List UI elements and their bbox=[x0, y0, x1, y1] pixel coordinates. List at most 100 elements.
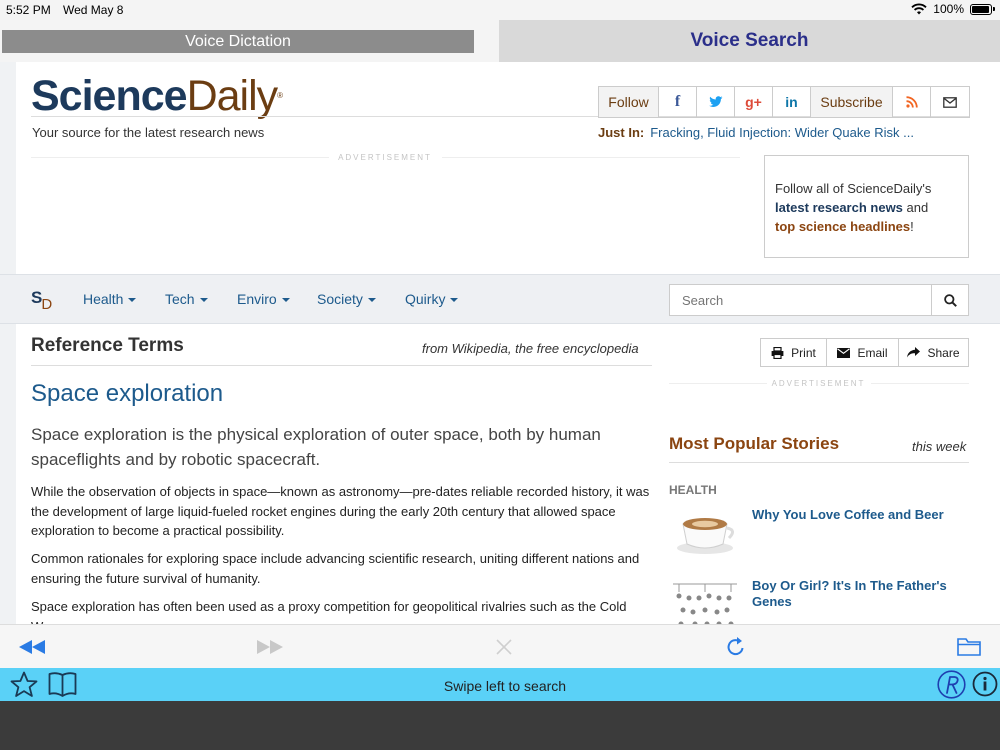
share-button[interactable]: Share bbox=[899, 339, 968, 366]
email-subscribe-button[interactable] bbox=[931, 87, 969, 117]
nav-tech[interactable]: Tech bbox=[165, 291, 208, 307]
close-icon bbox=[496, 639, 512, 655]
caret-down-icon bbox=[367, 298, 376, 303]
status-right: 100% bbox=[911, 2, 995, 16]
ad-divider-left bbox=[31, 157, 329, 158]
follow-label: Follow bbox=[599, 87, 659, 117]
most-popular-divider bbox=[669, 462, 969, 463]
ad-divider-right bbox=[871, 383, 969, 384]
swipe-hint: Swipe left to search bbox=[443, 678, 567, 694]
print-button[interactable]: Print bbox=[761, 339, 827, 366]
web-page: ScienceDaily® Your source for the latest… bbox=[16, 62, 1000, 624]
site-nav-bar: SD Health Tech Enviro Society Quirky bbox=[0, 274, 1000, 324]
caret-down-icon bbox=[128, 298, 137, 303]
social-bar: Follow f g+ in Subscribe bbox=[598, 86, 970, 118]
info-button[interactable] bbox=[972, 671, 998, 702]
googleplus-icon: g+ bbox=[745, 94, 762, 110]
stop-button[interactable] bbox=[490, 634, 518, 660]
nav-label: Enviro bbox=[237, 291, 277, 307]
reference-terms-heading: Reference Terms bbox=[31, 335, 184, 356]
story-link[interactable]: Why You Love Coffee and Beer bbox=[752, 507, 967, 523]
promo-text: Follow all of ScienceDaily's bbox=[775, 181, 932, 196]
battery-icon bbox=[970, 3, 995, 15]
nav-society[interactable]: Society bbox=[317, 291, 376, 307]
promo-and-text: and bbox=[902, 200, 929, 215]
search-icon bbox=[943, 293, 957, 307]
print-label: Print bbox=[791, 345, 816, 360]
folder-icon bbox=[957, 638, 981, 656]
facebook-button[interactable]: f bbox=[659, 87, 697, 117]
just-in: Just In: Fracking, Fluid Injection: Wider… bbox=[598, 125, 914, 140]
just-in-link[interactable]: Fracking, Fluid Injection: Wider Quake R… bbox=[650, 125, 914, 140]
article-paragraph: Space exploration has often been used as… bbox=[31, 599, 627, 624]
rss-button[interactable] bbox=[893, 87, 931, 117]
story-link[interactable]: Boy Or Girl? It's In The Father's Genes bbox=[752, 578, 967, 610]
browser-toolbar bbox=[0, 624, 1000, 668]
caret-down-icon bbox=[281, 298, 290, 303]
envelope-icon bbox=[837, 347, 851, 358]
email-button[interactable]: Email bbox=[827, 339, 899, 366]
battery-fill bbox=[972, 5, 989, 13]
most-popular-heading: Most Popular Stories bbox=[669, 434, 840, 453]
sd-logo-d: D bbox=[41, 296, 53, 313]
bottom-bar: Swipe left to search bbox=[0, 668, 1000, 701]
reload-icon bbox=[727, 637, 744, 656]
share-toolbar: Print Email Share bbox=[760, 338, 969, 367]
twitter-icon bbox=[708, 96, 722, 107]
web-view[interactable]: ScienceDaily® Your source for the latest… bbox=[0, 62, 1000, 624]
reference-divider bbox=[31, 365, 652, 366]
category-health: HEALTH bbox=[669, 483, 717, 497]
nav-health[interactable]: Health bbox=[83, 291, 137, 307]
wifi-icon bbox=[911, 3, 927, 15]
facebook-icon: f bbox=[674, 93, 681, 110]
sciencedaily-logo[interactable]: ScienceDaily® bbox=[31, 72, 283, 120]
email-label: Email bbox=[857, 345, 888, 360]
sd-logo[interactable]: SD bbox=[31, 288, 53, 313]
promo-latest-news-link[interactable]: latest research news bbox=[775, 200, 903, 215]
nav-enviro[interactable]: Enviro bbox=[237, 291, 290, 307]
share-arrow-icon bbox=[907, 347, 921, 358]
share-label: Share bbox=[927, 345, 960, 360]
nav-label: Tech bbox=[165, 291, 195, 307]
registered-button[interactable] bbox=[937, 670, 966, 704]
logo-daily: Daily bbox=[186, 72, 279, 120]
tab-voice-search[interactable]: Voice Search bbox=[499, 20, 1000, 62]
just-in-label: Just In: bbox=[598, 125, 645, 140]
app-tab-bar: Voice Dictation Voice Search bbox=[0, 20, 1000, 62]
caret-down-icon bbox=[199, 298, 208, 303]
ad-divider-left bbox=[669, 383, 767, 384]
nav-quirky[interactable]: Quirky bbox=[405, 291, 459, 307]
advertisement-label: ADVERTISEMENT bbox=[338, 153, 432, 162]
forward-button[interactable] bbox=[256, 634, 284, 660]
rss-icon bbox=[905, 96, 918, 108]
site-search-button[interactable] bbox=[931, 284, 969, 316]
follow-promo-box: Follow all of ScienceDaily's latest rese… bbox=[764, 155, 969, 258]
app-root: 5:52 PM Wed May 8 100% Voice Dictation V… bbox=[0, 0, 1000, 750]
article-title: Space exploration bbox=[31, 380, 224, 407]
linkedin-button[interactable]: in bbox=[773, 87, 811, 117]
logo-registered-mark: ® bbox=[277, 91, 283, 100]
promo-top-headlines-link[interactable]: top science headlines bbox=[775, 219, 910, 234]
reload-button[interactable] bbox=[722, 634, 750, 660]
folder-button[interactable] bbox=[955, 634, 983, 660]
genetics-chart-image[interactable] bbox=[669, 576, 741, 624]
logo-science: Science bbox=[31, 72, 188, 120]
fast-forward-icon bbox=[257, 640, 283, 654]
most-popular-period: this week bbox=[912, 439, 967, 454]
wikipedia-source: from Wikipedia, the free encyclopedia bbox=[422, 341, 639, 356]
promo-end-text: ! bbox=[910, 219, 914, 234]
article-paragraph: Common rationales for exploring space in… bbox=[31, 551, 640, 586]
tab-voice-dictation[interactable]: Voice Dictation bbox=[2, 30, 474, 53]
site-search-input[interactable] bbox=[669, 284, 932, 316]
googleplus-button[interactable]: g+ bbox=[735, 87, 773, 117]
rewind-icon bbox=[19, 640, 45, 654]
nav-label: Society bbox=[317, 291, 363, 307]
article-lede: Space exploration is the physical explor… bbox=[31, 425, 601, 469]
coffee-cup-image[interactable] bbox=[669, 502, 741, 558]
twitter-button[interactable] bbox=[697, 87, 735, 117]
printer-icon bbox=[771, 346, 784, 359]
advertisement-label: ADVERTISEMENT bbox=[771, 379, 866, 388]
info-icon bbox=[972, 671, 998, 697]
envelope-icon bbox=[943, 96, 957, 108]
back-button[interactable] bbox=[18, 634, 46, 660]
